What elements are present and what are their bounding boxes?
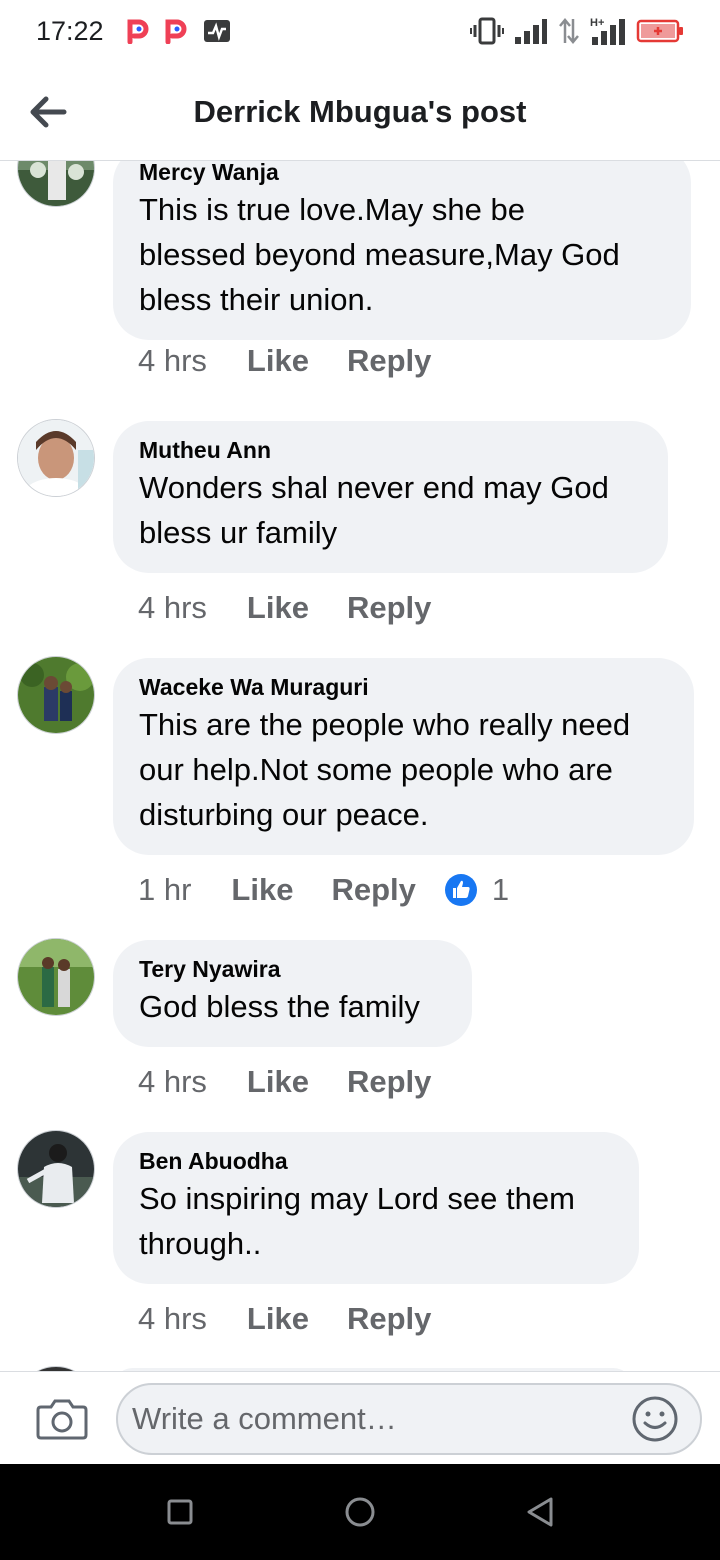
reaction-summary[interactable]: 1 bbox=[444, 872, 509, 908]
comment-text: God bless the family bbox=[139, 989, 420, 1024]
circle-home-icon bbox=[345, 1497, 375, 1527]
h-plus-signal-icon: H+ bbox=[590, 17, 625, 45]
system-nav-bar bbox=[0, 1464, 720, 1560]
reply-button[interactable]: Reply bbox=[347, 1064, 431, 1100]
avatar[interactable] bbox=[17, 419, 95, 497]
reply-button[interactable]: Reply bbox=[331, 872, 415, 908]
comment-actions: 4 hrs Like Reply bbox=[138, 1301, 469, 1337]
avatar[interactable] bbox=[17, 938, 95, 1016]
recents-button[interactable] bbox=[160, 1492, 200, 1532]
comment-text: So inspiring may Lord see them through.. bbox=[139, 1181, 575, 1261]
avatar[interactable] bbox=[17, 656, 95, 734]
comment-text: This is true love.May she be blessed bey… bbox=[139, 192, 620, 317]
comment-time[interactable]: 1 hr bbox=[138, 872, 191, 908]
comment-time[interactable]: 4 hrs bbox=[138, 1064, 207, 1100]
comment-actions: 1 hr Like Reply 1 bbox=[138, 872, 509, 908]
activity-monitor-icon bbox=[204, 20, 230, 42]
comment-input[interactable] bbox=[132, 1385, 632, 1453]
data-arrows-icon bbox=[559, 18, 579, 44]
like-button[interactable]: Like bbox=[247, 1301, 309, 1337]
comment-actions: 4 hrs Like Reply bbox=[138, 590, 469, 626]
comment-time[interactable]: 4 hrs bbox=[138, 1301, 207, 1337]
triangle-back-icon bbox=[527, 1497, 553, 1527]
pocket-p-icon bbox=[165, 19, 187, 44]
pocket-p-icon bbox=[127, 19, 149, 44]
comment-author[interactable]: Mutheu Ann bbox=[139, 435, 642, 465]
comment-author[interactable]: Mercy Wanja bbox=[139, 161, 665, 187]
comment-author[interactable]: Ben Abuodha bbox=[139, 1146, 613, 1176]
comment-bubble[interactable]: Mercy Wanja This is true love.May she be… bbox=[113, 161, 691, 340]
vibrate-icon bbox=[470, 17, 504, 45]
page-title: Derrick Mbugua's post bbox=[193, 94, 527, 129]
comment-time[interactable]: 4 hrs bbox=[138, 590, 207, 626]
reply-button[interactable]: Reply bbox=[347, 343, 431, 379]
like-button[interactable]: Like bbox=[247, 343, 309, 379]
comments-feed[interactable]: Mercy Wanja This is true love.May she be… bbox=[0, 161, 720, 1371]
square-recents-icon bbox=[167, 1499, 193, 1525]
like-button[interactable]: Like bbox=[231, 872, 293, 908]
camera-button[interactable] bbox=[35, 1391, 89, 1445]
home-button[interactable] bbox=[340, 1492, 380, 1532]
status-left-icons bbox=[126, 18, 232, 44]
avatar[interactable] bbox=[17, 1130, 95, 1208]
emoji-button[interactable] bbox=[630, 1394, 680, 1444]
comment-actions: 4 hrs Like Reply bbox=[138, 343, 469, 379]
comment-actions: 4 hrs Like Reply bbox=[138, 1064, 469, 1100]
comment-time[interactable]: 4 hrs bbox=[138, 343, 207, 379]
comment-text: This are the people who really need our … bbox=[139, 707, 631, 832]
reply-button[interactable]: Reply bbox=[347, 590, 431, 626]
thumbs-up-icon bbox=[444, 874, 477, 906]
reply-button[interactable]: Reply bbox=[347, 1301, 431, 1337]
like-button[interactable]: Like bbox=[247, 1064, 309, 1100]
comment-bubble[interactable]: Ben Abuodha So inspiring may Lord see th… bbox=[113, 1132, 639, 1284]
post-header: Derrick Mbugua's post bbox=[0, 66, 720, 161]
status-bar: 17:22 H+ bbox=[0, 0, 720, 66]
avatar[interactable] bbox=[17, 161, 95, 207]
comment-text: Wonders shal never end may God bless ur … bbox=[139, 470, 609, 550]
comment-author[interactable]: Tery Nyawira bbox=[139, 954, 446, 984]
comment-bubble[interactable]: Mutheu Ann Wonders shal never end may Go… bbox=[113, 421, 668, 573]
reaction-count: 1 bbox=[491, 872, 510, 907]
smiley-icon bbox=[632, 1396, 678, 1442]
battery-icon bbox=[636, 19, 683, 43]
status-time: 17:22 bbox=[36, 16, 104, 46]
comment-composer bbox=[0, 1371, 720, 1464]
comment-bubble[interactable]: Tery Nyawira God bless the family bbox=[113, 940, 472, 1047]
comment-author[interactable]: Waceke Wa Muraguri bbox=[139, 672, 668, 702]
back-nav-button[interactable] bbox=[520, 1492, 560, 1532]
comment-bubble[interactable]: Waceke Wa Muraguri This are the people w… bbox=[113, 658, 694, 855]
signal-icon bbox=[515, 19, 547, 44]
like-button[interactable]: Like bbox=[247, 590, 309, 626]
comment-input-box[interactable] bbox=[116, 1383, 702, 1455]
network-label: H+ bbox=[590, 17, 604, 29]
camera-icon bbox=[36, 1399, 88, 1440]
status-right-icons: H+ bbox=[470, 16, 684, 46]
